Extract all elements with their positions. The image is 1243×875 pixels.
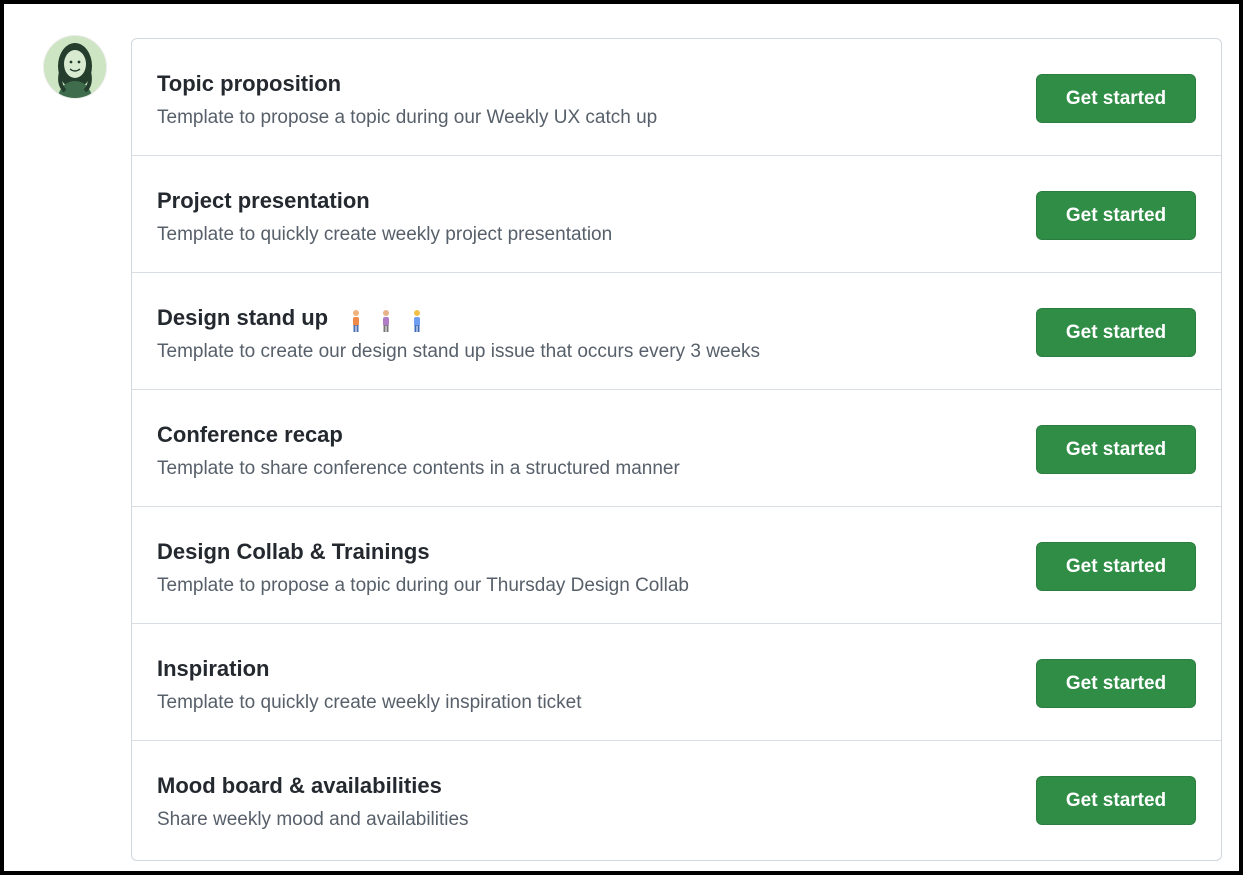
person-standing-icon [353,310,360,333]
get-started-button[interactable]: Get started [1036,659,1196,708]
get-started-button[interactable]: Get started [1036,542,1196,591]
person-emoji-group [344,307,428,333]
template-description: Template to share conference contents in… [157,458,680,479]
template-description: Template to create our design stand up i… [157,341,761,362]
template-title: Inspiration [157,656,270,681]
template-title: Conference recap [157,422,343,447]
person-standing-icon [413,310,420,333]
get-started-button[interactable]: Get started [1036,425,1196,474]
template-row-design-stand-up: Design stand up Template to create our d… [132,273,1221,390]
template-row-mood-board-availabilities: Mood board & availabilities Share weekly… [132,741,1221,858]
get-started-button[interactable]: Get started [1036,191,1196,240]
template-list: Topic proposition Template to propose a … [131,38,1222,861]
template-title: Mood board & availabilities [157,773,442,798]
template-description: Template to quickly create weekly projec… [157,224,613,245]
template-row-inspiration: Inspiration Template to quickly create w… [132,624,1221,741]
template-row-design-collab-trainings: Design Collab & Trainings Template to pr… [132,507,1221,624]
template-description: Template to propose a topic during our T… [157,575,689,596]
template-title-wrapper: Design stand up [157,305,429,333]
template-title: Design Collab & Trainings [157,539,430,564]
template-row-project-presentation: Project presentation Template to quickly… [132,156,1221,273]
template-description: Share weekly mood and availabilities [157,809,469,830]
template-row-topic-proposition: Topic proposition Template to propose a … [132,39,1221,156]
template-description: Template to propose a topic during our W… [157,107,658,128]
page-frame: Topic proposition Template to propose a … [0,0,1243,875]
template-title: Design stand up [157,305,329,330]
template-title: Project presentation [157,188,370,213]
user-avatar-icon [44,36,106,98]
template-description: Template to quickly create weekly inspir… [157,692,582,713]
template-row-conference-recap: Conference recap Template to share confe… [132,390,1221,507]
get-started-button[interactable]: Get started [1036,74,1196,123]
get-started-button[interactable]: Get started [1036,776,1196,825]
template-title: Topic proposition [157,71,342,96]
get-started-button[interactable]: Get started [1036,308,1196,357]
person-standing-icon [383,310,390,333]
avatar[interactable] [44,36,106,98]
